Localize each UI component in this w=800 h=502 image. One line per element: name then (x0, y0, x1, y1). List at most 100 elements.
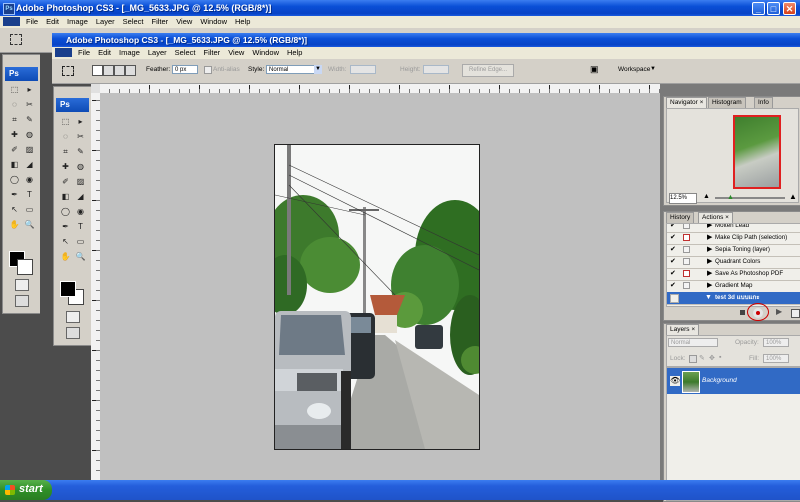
expand-triangle-icon[interactable]: ▶ (707, 256, 712, 268)
outer-history-brush-tool-icon[interactable]: ▨ (24, 145, 35, 155)
zoom-slider-handle-icon[interactable]: ▲ (727, 194, 734, 201)
close-button[interactable]: ✕ (783, 2, 796, 15)
feather-input[interactable]: 0 px (172, 65, 198, 74)
action-dialog-toggle[interactable] (683, 234, 690, 241)
inner-menu-layer[interactable]: Layer (144, 47, 171, 59)
new-set-icon[interactable] (791, 309, 800, 318)
inner-path-select-tool-icon[interactable]: ↖ (60, 237, 71, 247)
opacity-input[interactable]: 100% (763, 338, 789, 347)
inner-foreground-color[interactable] (60, 281, 76, 297)
layer-row-background[interactable]: 👁 Background (667, 368, 800, 394)
width-input[interactable] (350, 65, 376, 74)
outer-hand-tool-icon[interactable]: ✋ (9, 220, 20, 230)
action-dialog-toggle[interactable] (683, 246, 690, 253)
subtract-selection-icon[interactable] (114, 65, 125, 76)
tab-layers-close-icon[interactable]: × (691, 326, 695, 333)
expand-triangle-icon[interactable]: ▶ (707, 268, 712, 280)
inner-dodge-tool-icon[interactable]: ◉ (75, 207, 86, 217)
vertical-ruler[interactable] (91, 93, 100, 500)
palette-well-icon[interactable]: ▣ (590, 64, 604, 75)
tab-navigator[interactable]: Navigator × (666, 97, 708, 108)
action-checkbox[interactable]: ✔ (670, 270, 677, 277)
outer-brush-tool-icon[interactable]: ◍ (24, 130, 35, 140)
outer-move-tool-icon[interactable]: ▸ (24, 85, 35, 95)
inner-title-bar[interactable]: Adobe Photoshop CS3 - [_MG_5633.JPG @ 12… (52, 33, 800, 47)
inner-menu-help[interactable]: Help (283, 47, 306, 59)
inner-gradient-tool-icon[interactable]: ◢ (75, 192, 86, 202)
navigator-zoom-value[interactable]: 12.5% (669, 193, 697, 204)
tab-history[interactable]: History (666, 212, 695, 223)
outer-menu-layer[interactable]: Layer (92, 16, 119, 28)
outer-menu-image[interactable]: Image (63, 16, 92, 28)
antialias-checkbox[interactable] (204, 66, 212, 74)
outer-eraser-tool-icon[interactable]: ◧ (9, 160, 20, 170)
inner-quickmask-icon[interactable] (66, 311, 80, 323)
document-image[interactable] (274, 144, 480, 450)
outer-screenmode-icon[interactable] (15, 295, 29, 307)
inner-blur-tool-icon[interactable]: ◯ (60, 207, 71, 217)
outer-marquee-tool-icon[interactable]: ⬚ (9, 85, 20, 95)
inner-hand-tool-icon[interactable]: ✋ (60, 252, 71, 262)
outer-lasso-tool-icon[interactable]: ◌ (9, 100, 20, 110)
inner-clone-tool-icon[interactable]: ✐ (60, 177, 71, 187)
inner-lasso-tool-icon[interactable]: ◌ (60, 132, 71, 142)
tab-actions[interactable]: Actions × (698, 212, 733, 223)
lock-all-icon[interactable]: ▪ (719, 354, 721, 361)
action-checkbox[interactable]: ✔ (670, 224, 677, 229)
inner-menu-edit[interactable]: Edit (94, 47, 115, 59)
inner-move-tool-icon[interactable]: ▸ (75, 117, 86, 127)
tab-info[interactable]: Info (754, 97, 773, 108)
action-dialog-toggle[interactable] (683, 224, 690, 229)
action-dialog-toggle[interactable] (683, 282, 690, 289)
outer-slice-tool-icon[interactable]: ✎ (24, 115, 35, 125)
action-checkbox[interactable]: ✔ (670, 234, 677, 241)
outer-magic-wand-tool-icon[interactable]: ✂ (24, 100, 35, 110)
rect-marquee-icon[interactable] (62, 66, 74, 76)
outer-dodge-tool-icon[interactable]: ◉ (24, 175, 35, 185)
outer-zoom-tool-icon[interactable]: 🔍 (24, 220, 35, 230)
outer-menu-help[interactable]: Help (231, 16, 254, 28)
tab-layers[interactable]: Layers × (666, 324, 700, 335)
outer-menu-edit[interactable]: Edit (42, 16, 63, 28)
tab-histogram[interactable]: Histogram (708, 97, 746, 108)
action-checkbox[interactable]: ✔ (670, 258, 677, 265)
workspace-arrow-icon[interactable]: ▼ (650, 66, 656, 72)
layer-name[interactable]: Background (702, 377, 737, 384)
inner-type-tool-icon[interactable]: T (75, 222, 86, 232)
zoom-in-icon[interactable]: ▲ (789, 192, 797, 201)
lock-image-icon[interactable]: ✎ (699, 354, 705, 362)
inner-menu-window[interactable]: Window (248, 47, 283, 59)
workspace-button[interactable]: Workspace (618, 66, 650, 73)
zoom-slider[interactable] (715, 197, 785, 199)
fill-input[interactable]: 100% (763, 354, 789, 363)
inner-screenmode-icon[interactable] (66, 327, 80, 339)
start-button[interactable]: start (0, 480, 52, 500)
inner-marquee-tool-icon[interactable]: ⬚ (60, 117, 71, 127)
outer-clone-tool-icon[interactable]: ✐ (9, 145, 20, 155)
expand-triangle-icon[interactable]: ▶ (707, 280, 712, 292)
inner-menu-file[interactable]: File (74, 47, 94, 59)
inner-shape-tool-icon[interactable]: ▭ (75, 237, 86, 247)
horizontal-ruler[interactable] (100, 84, 660, 93)
outer-menu-filter[interactable]: Filter (148, 16, 173, 28)
outer-background-color[interactable] (17, 259, 33, 275)
inner-history-brush-tool-icon[interactable]: ▨ (75, 177, 86, 187)
inner-slice-tool-icon[interactable]: ✎ (75, 147, 86, 157)
play-icon[interactable]: ▶ (776, 307, 782, 316)
outer-gradient-tool-icon[interactable]: ◢ (24, 160, 35, 170)
lock-position-icon[interactable]: ✥ (709, 354, 715, 362)
stop-icon[interactable] (740, 310, 745, 315)
outer-type-tool-icon[interactable]: T (24, 190, 35, 200)
inner-menu-filter[interactable]: Filter (200, 47, 225, 59)
inner-magic-wand-tool-icon[interactable]: ✂ (75, 132, 86, 142)
outer-menu-select[interactable]: Select (119, 16, 148, 28)
tab-actions-close-icon[interactable]: × (723, 214, 729, 221)
inner-crop-tool-icon[interactable]: ⌗ (60, 147, 71, 157)
outer-title-bar[interactable]: Ps Adobe Photoshop CS3 - [_MG_5633.JPG @… (0, 0, 800, 16)
add-selection-icon[interactable] (103, 65, 114, 76)
action-checkbox[interactable]: ✔ (670, 282, 677, 289)
inner-eraser-tool-icon[interactable]: ◧ (60, 192, 71, 202)
expand-triangle-icon[interactable]: ▶ (707, 232, 712, 244)
maximize-button[interactable]: □ (767, 2, 780, 15)
lock-transparency-icon[interactable] (689, 355, 697, 363)
